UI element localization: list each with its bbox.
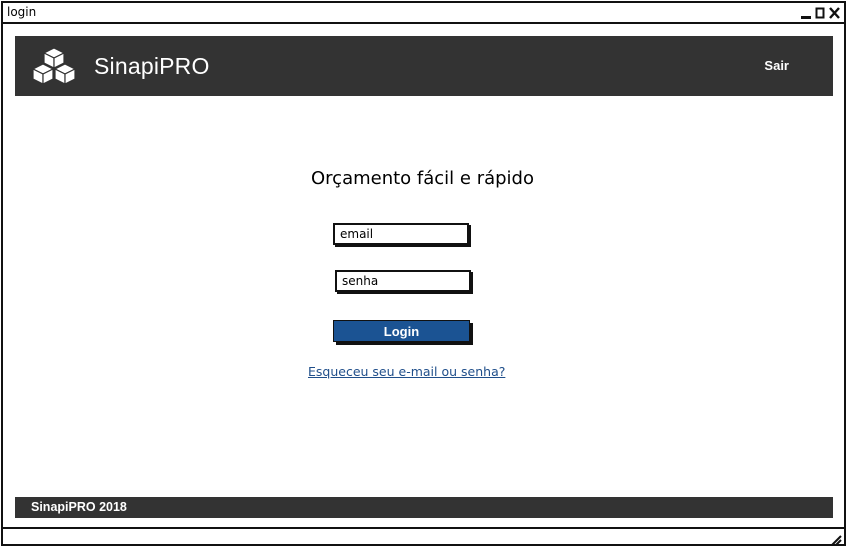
title-bar: login xyxy=(3,3,844,24)
cubes-logo-icon xyxy=(30,46,78,86)
window-controls xyxy=(801,4,840,22)
app-header: SinapiPRO Sair xyxy=(15,36,833,96)
email-field[interactable] xyxy=(333,223,469,245)
forgot-credentials-link[interactable]: Esqueceu seu e-mail ou senha? xyxy=(308,364,505,379)
footer-copyright: SinapiPRO 2018 xyxy=(31,500,127,514)
status-bar xyxy=(3,527,844,546)
close-icon[interactable] xyxy=(829,6,840,20)
app-footer: SinapiPRO 2018 xyxy=(15,497,833,518)
brand-name: SinapiPRO xyxy=(94,53,210,79)
password-field[interactable] xyxy=(335,270,471,292)
minimize-icon[interactable] xyxy=(801,6,812,20)
maximize-icon[interactable] xyxy=(815,6,826,20)
resize-grip-icon[interactable] xyxy=(830,531,842,546)
window-title: login xyxy=(7,5,37,19)
logout-link[interactable]: Sair xyxy=(764,58,789,73)
login-button[interactable]: Login xyxy=(333,320,470,342)
page-headline: Orçamento fácil e rápido xyxy=(311,168,534,189)
